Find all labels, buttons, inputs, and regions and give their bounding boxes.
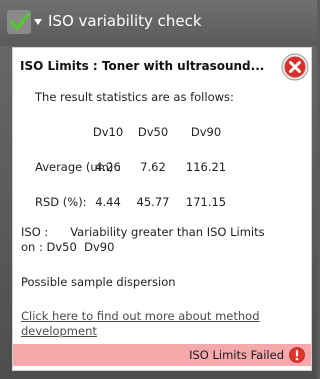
row-label: RSD (%): — [35, 195, 87, 209]
dialog-window: ISO variability check ISO Limits : Toner… — [0, 0, 317, 379]
table-cell: 45.77 — [136, 195, 170, 209]
column-header: Dv50 — [137, 125, 169, 139]
status-bar: ISO Limits Failed — [13, 344, 311, 366]
check-icon — [7, 10, 31, 34]
dispersion-note: Possible sample dispersion — [21, 275, 176, 289]
status-text: ISO Limits Failed — [189, 348, 284, 362]
close-icon[interactable] — [281, 53, 309, 81]
table-cell: 4.26 — [95, 160, 121, 174]
iso-result-line: on : Dv50 Dv90 — [21, 240, 115, 254]
table-cell: 7.62 — [140, 160, 166, 174]
panel-title: ISO Limits : Toner with ultrasound... — [20, 59, 265, 73]
table-cell: 171.15 — [185, 195, 227, 209]
header-bar: ISO variability check — [0, 0, 317, 46]
alert-icon — [289, 347, 305, 363]
method-development-link[interactable]: Click here to find out more about method… — [21, 309, 291, 339]
column-header: Dv90 — [190, 125, 222, 139]
iso-limits-panel: ISO Limits : Toner with ultrasound... Th… — [12, 47, 312, 371]
window-title: ISO variability check — [48, 12, 202, 30]
stats-intro: The result statistics are as follows: — [35, 90, 234, 104]
table-cell: 116.21 — [185, 160, 227, 174]
table-cell: 4.44 — [95, 195, 121, 209]
iso-result-line: ISO : Variability greater than ISO Limit… — [21, 225, 265, 239]
column-header: Dv10 — [92, 125, 124, 139]
chevron-down-icon[interactable] — [34, 18, 42, 26]
